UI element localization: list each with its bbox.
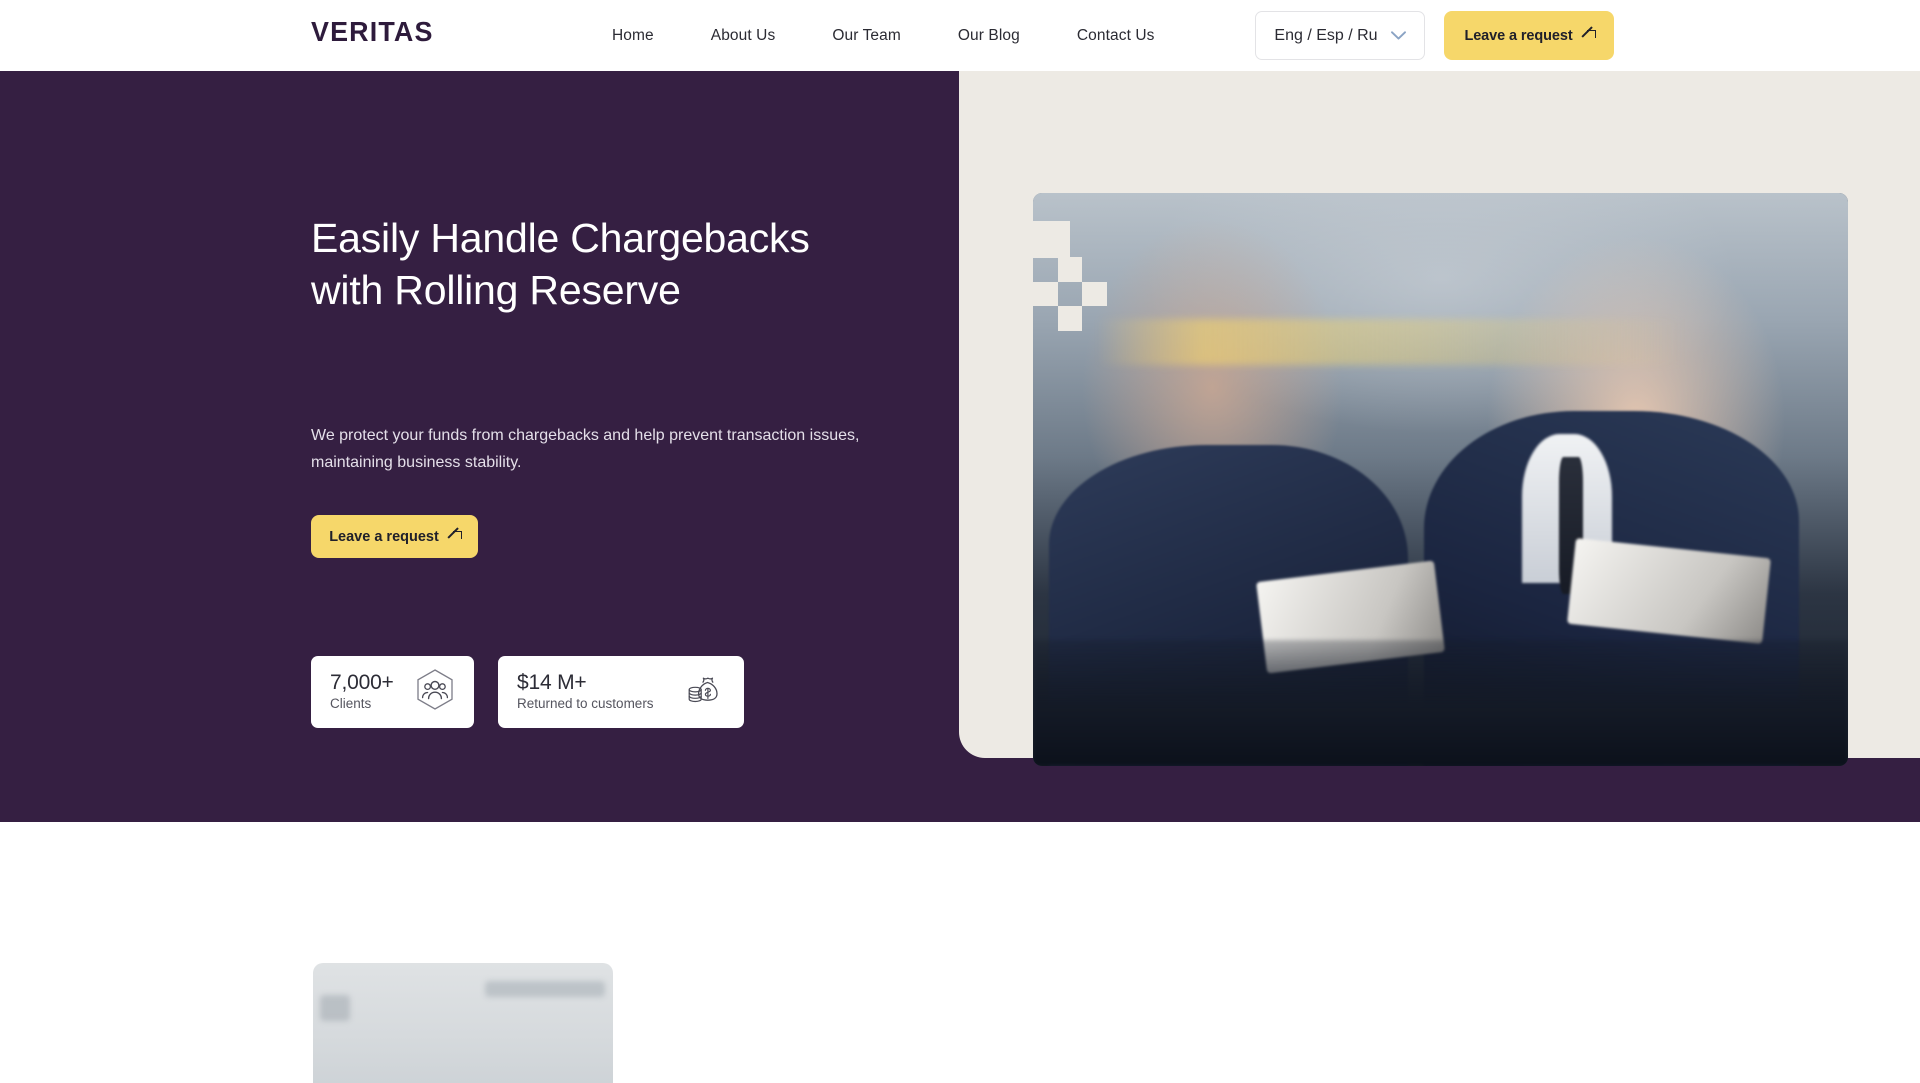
hero-title: Easily Handle Chargebacks with Rolling R… <box>311 212 931 317</box>
hero-photo <box>1033 193 1848 766</box>
hero-section: Easily Handle Chargebacks with Rolling R… <box>0 71 1920 822</box>
header-cta-label: Leave a request <box>1464 27 1573 44</box>
hero-title-line-1: Easily Handle Chargebacks <box>311 215 810 261</box>
stat-card-returned-value: $14 M+ <box>517 671 587 695</box>
stat-card-clients-label: Clients <box>330 696 372 712</box>
nav-item-our-blog[interactable]: Our Blog <box>958 27 1020 45</box>
header-leave-a-request-button[interactable]: Leave a request <box>1444 11 1614 60</box>
language-selector-value: Eng / Esp / Ru <box>1274 26 1378 44</box>
hero-stats: 7,000+ Clients $14 M+ Returned to custom… <box>311 656 744 728</box>
nav-item-our-team[interactable]: Our Team <box>832 27 901 45</box>
content-card-thumb <box>320 995 350 1021</box>
stat-card-clients-text: 7,000+ Clients <box>330 671 394 712</box>
checkerboard-decoration-top <box>1033 221 1107 258</box>
people-group-hexagon-icon <box>415 668 455 717</box>
arrow-up-right-icon <box>448 530 462 543</box>
checkerboard-decoration <box>1033 257 1107 331</box>
brand-logo[interactable]: VERITAS <box>311 18 434 46</box>
stat-card-returned: $14 M+ Returned to customers <box>498 656 744 728</box>
language-selector[interactable]: Eng / Esp / Ru <box>1255 11 1425 60</box>
nav-item-contact-us[interactable]: Contact Us <box>1077 27 1155 45</box>
site-header: VERITAS Home About Us Our Team Our Blog … <box>0 0 1920 71</box>
hero-subtitle: We protect your funds from chargebacks a… <box>311 427 860 471</box>
hero-photo-ceiling-lights <box>1098 319 1685 365</box>
hero-leave-a-request-button[interactable]: Leave a request <box>311 515 478 558</box>
stat-card-returned-label: Returned to customers <box>517 696 654 712</box>
money-bag-coins-icon <box>683 669 725 716</box>
arrow-up-right-icon <box>1582 29 1596 42</box>
hero-cta-label: Leave a request <box>329 528 439 545</box>
nav-item-home[interactable]: Home <box>612 27 654 45</box>
stat-card-clients-value: 7,000+ <box>330 671 394 695</box>
content-card-bar <box>485 981 605 997</box>
content-card-placeholder[interactable] <box>313 963 613 1083</box>
main-navigation: Home About Us Our Team Our Blog Contact … <box>612 0 1155 71</box>
stat-card-returned-text: $14 M+ Returned to customers <box>517 671 654 712</box>
hero-photo-table <box>1033 639 1848 766</box>
chevron-down-icon <box>1390 27 1406 45</box>
stat-card-clients: 7,000+ Clients <box>311 656 474 728</box>
next-section <box>0 822 1920 1083</box>
hero-title-line-2: with Rolling Reserve <box>311 267 681 314</box>
nav-item-about-us[interactable]: About Us <box>711 27 776 45</box>
